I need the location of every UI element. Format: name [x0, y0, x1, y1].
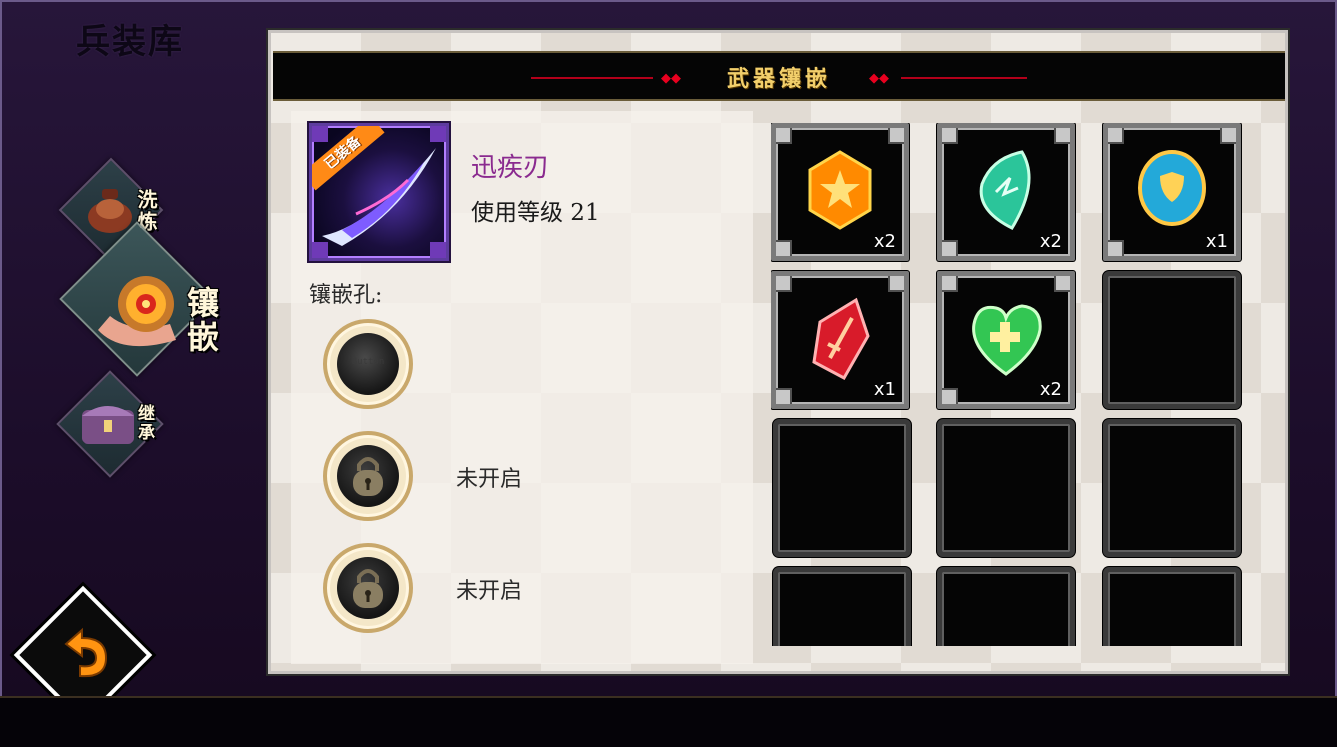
- blade-weapon-icon: [322, 148, 436, 246]
- socket-3-hole: [337, 557, 399, 619]
- cell-corner: [888, 276, 904, 292]
- socket-2-hole: [337, 445, 399, 507]
- gem-count: x1: [873, 379, 896, 400]
- gem-slot-10[interactable]: [773, 567, 911, 646]
- slots-label: 镶嵌孔:: [309, 283, 383, 308]
- gem-slot-5[interactable]: x2: [937, 271, 1075, 409]
- header-line-right: [901, 77, 1027, 79]
- socket-2[interactable]: [323, 431, 413, 521]
- gem-count: x1: [1205, 231, 1228, 252]
- gem-count: x2: [1039, 379, 1062, 400]
- lock-icon: [353, 457, 383, 496]
- gem-slot-1[interactable]: x2: [771, 123, 909, 261]
- gem-slot-8[interactable]: [937, 419, 1075, 557]
- cell-corner: [942, 240, 958, 256]
- gem-count: x2: [873, 231, 896, 252]
- slot-corner: [312, 242, 328, 258]
- green-crystal-gem-icon: [979, 150, 1031, 230]
- slot-corner: [430, 126, 446, 142]
- weapon-name: 迅疾刃: [471, 153, 550, 183]
- inlay-wheel-icon: [98, 276, 176, 347]
- socket-3-status: 未开启: [456, 579, 523, 604]
- cell-corner: [1108, 240, 1124, 256]
- gem-slot-11[interactable]: [937, 567, 1075, 646]
- weapon-slot[interactable]: 已装备: [309, 123, 449, 261]
- bottom-bar: [0, 696, 1337, 747]
- cell-corner: [1054, 128, 1070, 144]
- back-arrow-icon: [64, 627, 108, 678]
- orange-star-gem-icon: [808, 150, 872, 230]
- cell-corner: [942, 388, 958, 404]
- panel-title: 武器镶嵌: [726, 66, 831, 92]
- gem-slot-2[interactable]: x2: [937, 123, 1075, 261]
- lock-icon: [353, 569, 383, 608]
- tab-inlay[interactable]: 镶嵌: [56, 221, 246, 390]
- gem-inventory: x2 x2 x1 x1 x2: [771, 123, 1261, 646]
- cell-corner: [776, 388, 792, 404]
- red-sword-gem-icon: [812, 297, 870, 380]
- cell-corner: [1108, 128, 1124, 144]
- cell-corner: [942, 276, 958, 292]
- cell-corner: [776, 276, 792, 292]
- socket-2-status: 未开启: [456, 467, 523, 492]
- header-ornament-right: ◆◆: [869, 71, 889, 86]
- cell-corner: [776, 240, 792, 256]
- gem-slot-12[interactable]: [1103, 567, 1241, 646]
- socket-1[interactable]: Button: [323, 319, 413, 409]
- inlay-panel: ◆◆ 武器镶嵌 ◆◆ 已装备 迅疾刃 使用等级 21 镶嵌孔: Button 未…: [268, 30, 1288, 674]
- gem-count: x2: [1039, 231, 1062, 252]
- gem-slot-7[interactable]: [773, 419, 911, 557]
- socket-1-hole: Button: [337, 333, 399, 395]
- gem-slot-4[interactable]: x1: [771, 271, 909, 409]
- weapon-level: 使用等级 21: [471, 200, 600, 226]
- cell-corner: [942, 128, 958, 144]
- app-title: 兵装库: [76, 22, 184, 62]
- cell-corner: [888, 128, 904, 144]
- tab-inherit-label: 继承: [134, 404, 154, 442]
- green-heart-cross-gem-icon: [972, 304, 1042, 376]
- cell-corner: [1054, 276, 1070, 292]
- blue-shield-gem-icon: [1138, 150, 1206, 226]
- tab-inlay-label: 镶嵌: [182, 286, 220, 354]
- socket-1-ghost-label: Button: [351, 357, 385, 367]
- gem-slot-6[interactable]: [1103, 271, 1241, 409]
- gem-slot-3[interactable]: x1: [1103, 123, 1241, 261]
- treasure-chest-icon: [82, 406, 134, 444]
- slot-corner: [430, 242, 446, 258]
- cell-corner: [776, 128, 792, 144]
- socket-3[interactable]: [323, 543, 413, 633]
- gem-slot-9[interactable]: [1103, 419, 1241, 557]
- cell-corner: [1220, 128, 1236, 144]
- slot-corner: [312, 126, 328, 142]
- panel-header: ◆◆ 武器镶嵌 ◆◆: [273, 51, 1285, 101]
